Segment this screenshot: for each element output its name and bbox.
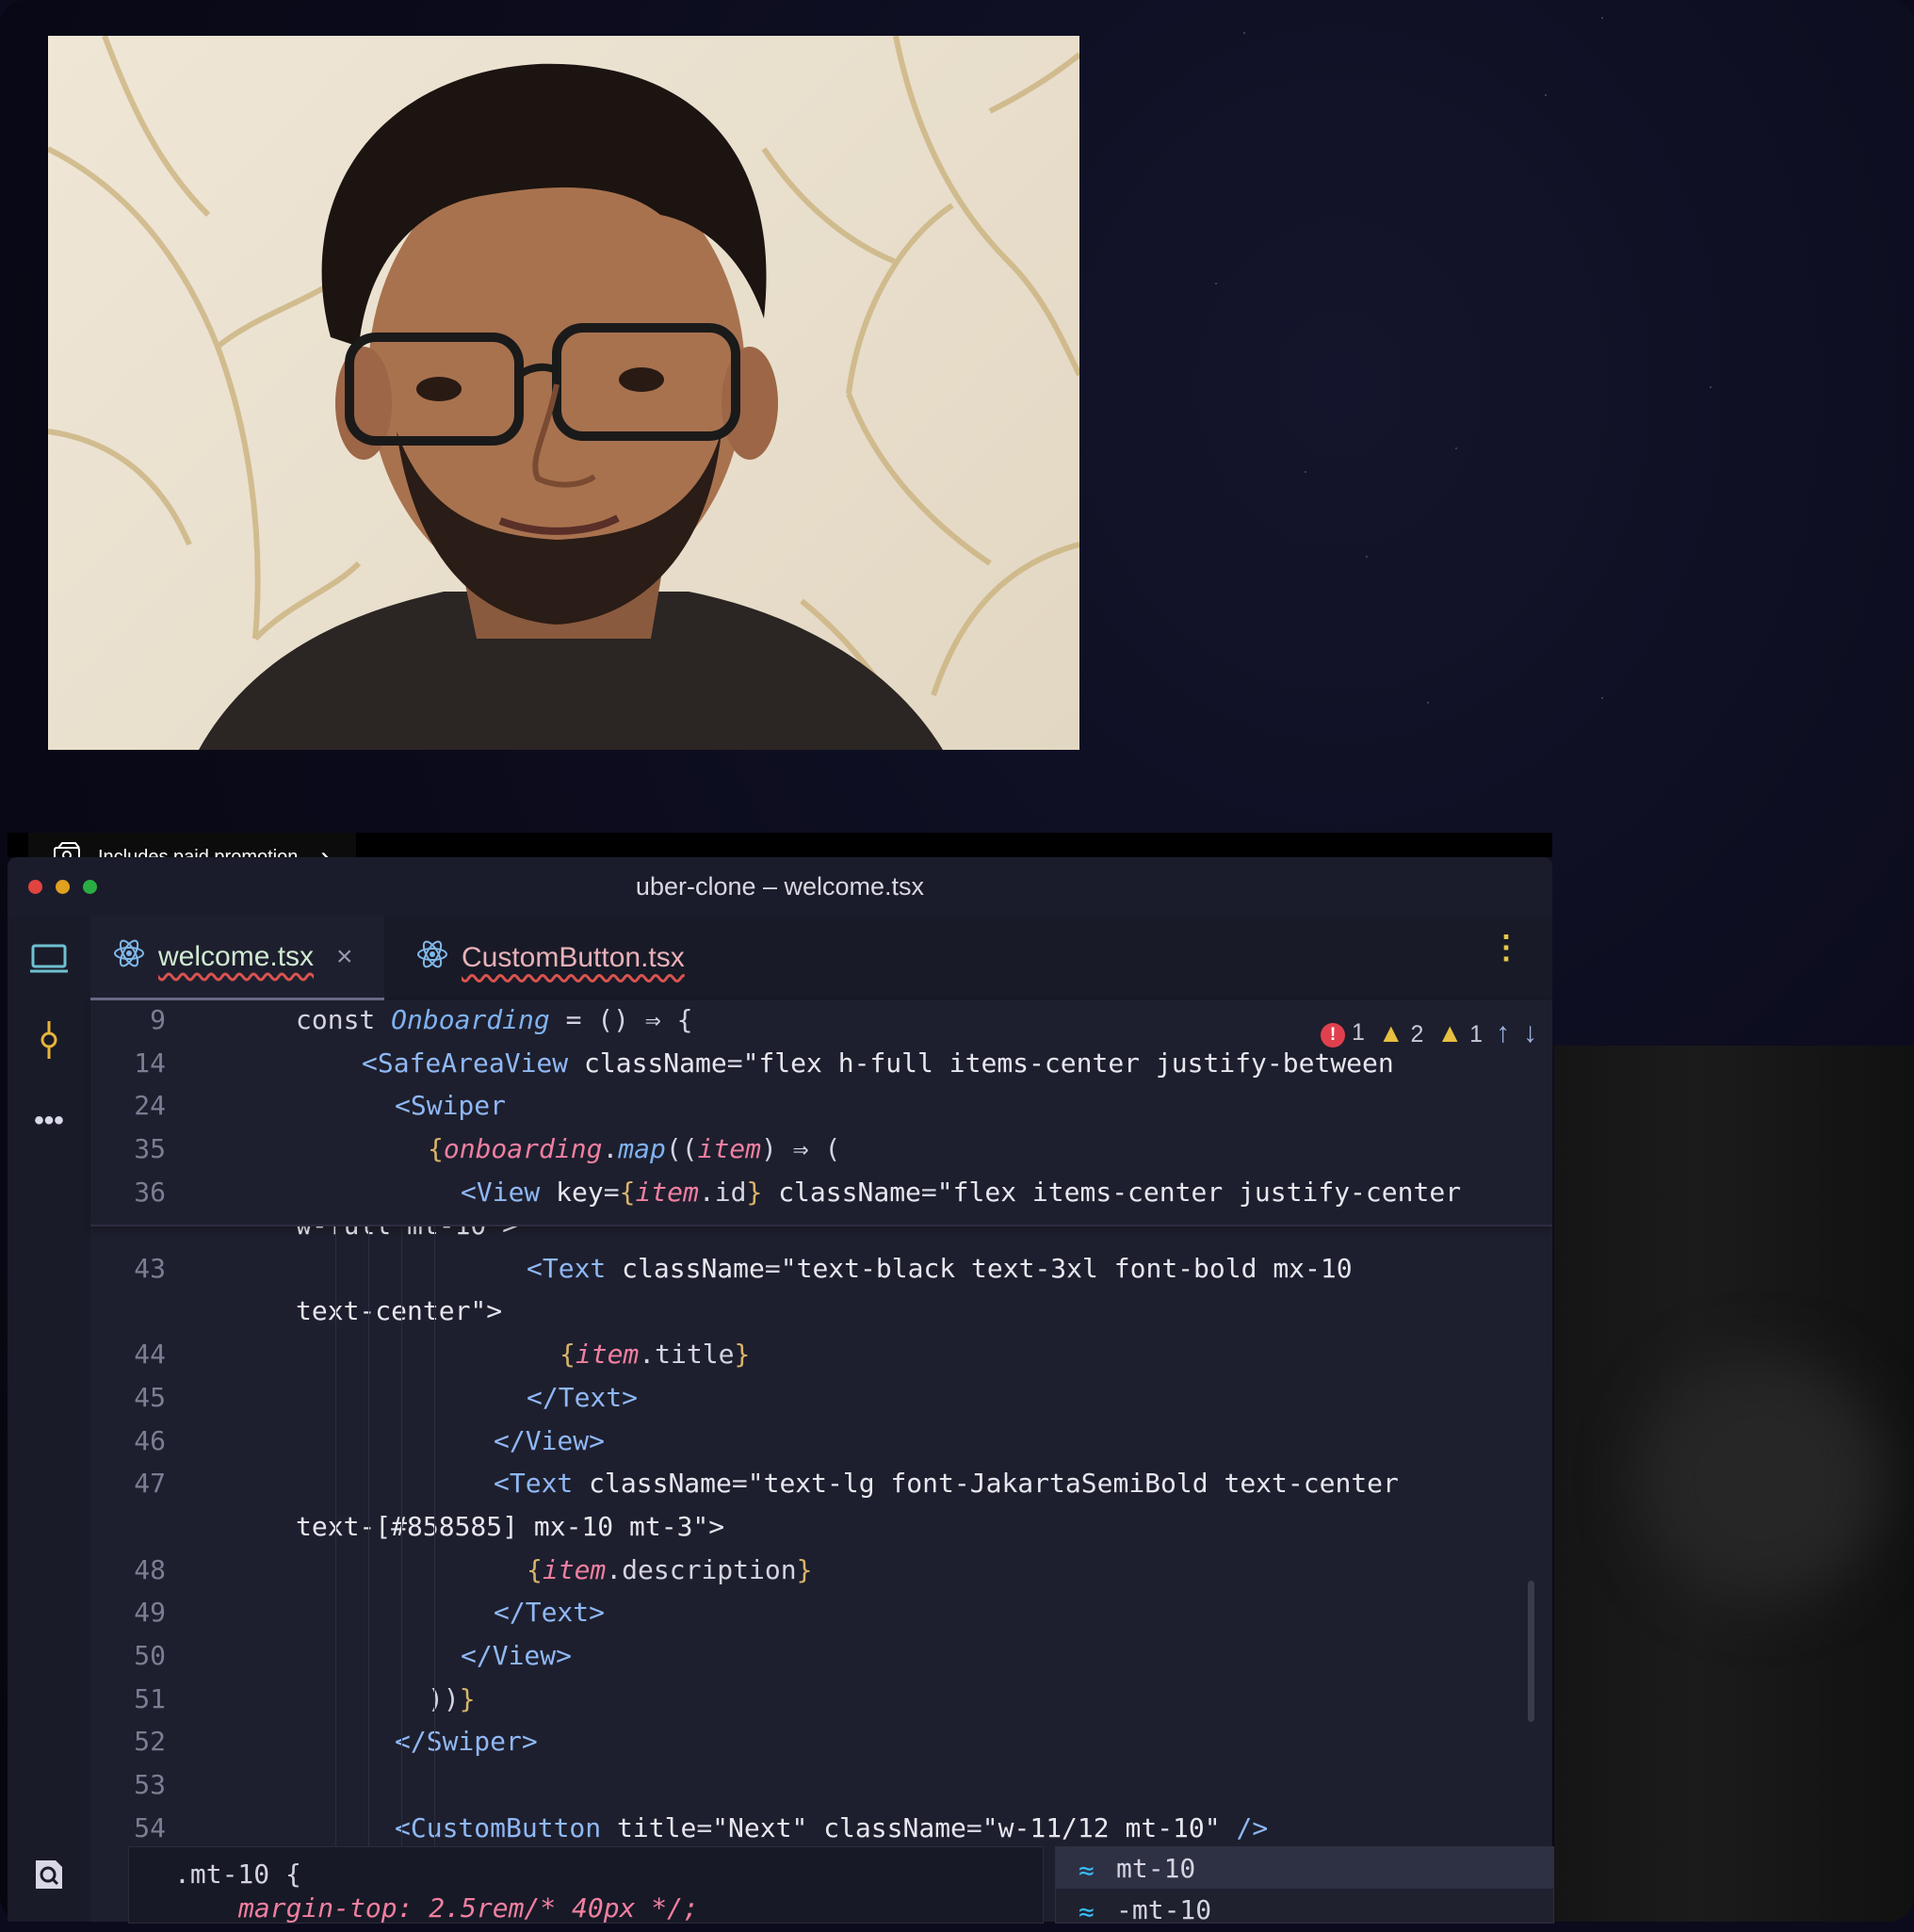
line-number: 35	[134, 1133, 166, 1165]
more-icon[interactable]: •••	[28, 1100, 70, 1142]
code-line[interactable]: 48 {item.description}	[90, 1554, 1552, 1598]
code-text: </View>	[494, 1424, 606, 1456]
presenter-photo	[48, 36, 1079, 750]
code-line[interactable]: 24 <Swiper	[90, 1090, 1552, 1133]
code-line[interactable]: 49 </Text>	[90, 1597, 1552, 1640]
line-number: 14	[134, 1047, 166, 1079]
background-blur-region	[1554, 1046, 1914, 1922]
tab-menu-icon[interactable]: ⋮	[1490, 932, 1522, 964]
code-text: const Onboarding = () ⇒ {	[296, 1004, 693, 1035]
completion-item[interactable]: ≈ -mt-10	[1056, 1891, 1553, 1932]
code-text: <CustomButton title="Next" className="w-…	[395, 1811, 1269, 1843]
line-number: 50	[134, 1640, 166, 1671]
tailwind-icon: ≈	[1079, 1855, 1095, 1886]
tab-custom-button[interactable]: CustomButton.tsx	[394, 916, 707, 1000]
line-number: 45	[134, 1381, 166, 1413]
tailwind-icon: ≈	[1079, 1896, 1095, 1927]
window-title: uber-clone – welcome.tsx	[635, 872, 925, 901]
line-number: 47	[134, 1468, 166, 1500]
line-number: 52	[134, 1726, 166, 1758]
line-number: 24	[134, 1090, 166, 1122]
code-line[interactable]: 45 </Text>	[90, 1382, 1552, 1425]
css-selector: .mt-10 {	[174, 1859, 301, 1890]
indent-guide	[401, 1226, 402, 1905]
code-text: <Swiper	[395, 1090, 507, 1122]
completion-popup: ≈ mt-10 ≈ -mt-10	[1055, 1846, 1554, 1927]
line-number: 43	[134, 1252, 166, 1284]
error-count[interactable]: ! 1	[1320, 1019, 1365, 1047]
window-titlebar: uber-clone – welcome.tsx	[8, 857, 1552, 916]
code-line[interactable]: 52 </Swiper>	[90, 1726, 1552, 1769]
monitor-icon[interactable]	[28, 938, 70, 980]
code-line[interactable]: 35 {onboarding.map((item) ⇒ (	[90, 1133, 1552, 1177]
line-number: 44	[134, 1339, 166, 1371]
react-icon	[416, 938, 448, 978]
code-line[interactable]: 36 <View key={item.id} className="flex it…	[90, 1177, 1552, 1220]
completion-item-label: -mt-10	[1116, 1894, 1212, 1925]
line-number: 49	[134, 1597, 166, 1629]
code-line[interactable]: 46 </View>	[90, 1425, 1552, 1469]
code-line[interactable]: 44 {item.title}	[90, 1339, 1552, 1382]
code-text: </Text>	[494, 1597, 606, 1629]
next-issue-icon[interactable]: ↓	[1523, 1017, 1537, 1049]
inspection-widget[interactable]: ! 1 ▲ 2 ▲ 1 ↑ ↓	[1320, 1017, 1537, 1049]
search-file-icon[interactable]	[28, 1854, 70, 1895]
code-line[interactable]: 51))}	[90, 1683, 1552, 1727]
editor-scrollbar[interactable]	[1528, 1581, 1534, 1722]
completion-item-selected[interactable]: ≈ mt-10	[1056, 1847, 1553, 1889]
line-number: 46	[134, 1424, 166, 1456]
indent-guide	[335, 1226, 336, 1905]
code-text: </Swiper>	[395, 1726, 538, 1758]
line-number: 9	[150, 1004, 166, 1035]
react-icon	[113, 937, 145, 977]
tab-custom-button-label: CustomButton.tsx	[462, 942, 685, 973]
code-text: text-[#858585] mx-10 mt-3">	[296, 1510, 725, 1542]
close-icon[interactable]: ×	[336, 941, 353, 973]
css-preview-popup: .mt-10 { margin-top: 2.5rem/* 40px */;	[128, 1846, 1044, 1924]
completion-item-label: mt-10	[1116, 1853, 1196, 1884]
code-line[interactable]: text-center">	[90, 1295, 1552, 1339]
tab-welcome[interactable]: welcome.tsx ×	[90, 916, 384, 1000]
code-text: text-center">	[296, 1295, 503, 1327]
code-line[interactable]: text-[#858585] mx-10 mt-3">	[90, 1511, 1552, 1554]
line-number: 36	[134, 1176, 166, 1208]
tab-welcome-label: welcome.tsx	[158, 940, 315, 972]
css-declaration: margin-top: 2.5rem/* 40px */;	[238, 1892, 699, 1924]
commit-icon[interactable]	[28, 1019, 70, 1061]
editor-tabbar: welcome.tsx × CustomButton.tsx ⋮	[90, 916, 1552, 1001]
code-line[interactable]: 47 <Text className="text-lg font-JakartaS…	[90, 1468, 1552, 1511]
code-line[interactable]: 50 </View>	[90, 1640, 1552, 1683]
code-line[interactable]: 43 <Text className="text-black text-3xl f…	[90, 1253, 1552, 1296]
error-icon: !	[1320, 1023, 1345, 1047]
weak-warning-icon: ▲	[1436, 1018, 1464, 1047]
webcam-video	[48, 36, 1079, 750]
weak-warning-count[interactable]: ▲ 1	[1436, 1018, 1483, 1048]
code-text: <Text className="text-lg font-JakartaSem…	[494, 1468, 1399, 1500]
code-text: {item.description}	[527, 1553, 813, 1585]
indent-guide	[434, 1226, 435, 1905]
line-number: 48	[134, 1553, 166, 1585]
code-line[interactable]: 53	[90, 1769, 1552, 1812]
activity-bar: •••	[8, 916, 90, 1922]
code-text: </Text>	[527, 1381, 639, 1413]
warning-count[interactable]: ▲ 2	[1378, 1018, 1424, 1048]
ide-window: uber-clone – welcome.tsx ••• welcome.tsx…	[8, 857, 1552, 1922]
line-number: 51	[134, 1682, 166, 1714]
previous-issue-icon[interactable]: ↑	[1496, 1017, 1510, 1049]
warning-icon: ▲	[1377, 1018, 1404, 1047]
line-number: 53	[134, 1769, 166, 1801]
code-text: <SafeAreaView className="flex h-full ite…	[362, 1047, 1394, 1079]
indent-guide	[368, 1226, 369, 1905]
line-number: 54	[134, 1811, 166, 1843]
code-editor[interactable]: ! 1 ▲ 2 ▲ 1 ↑ ↓ 9 const Onboarding = () ⇒…	[90, 1000, 1552, 1922]
code-text: {item.title}	[560, 1339, 751, 1371]
code-text: <Text className="text-black text-3xl fon…	[527, 1252, 1353, 1284]
code-text: <View key={item.id} className="flex item…	[461, 1176, 1462, 1208]
code-text: {onboarding.map((item) ⇒ (	[428, 1133, 841, 1165]
code-text: </View>	[461, 1640, 573, 1671]
code-line[interactable]: 14 <SafeAreaView className="flex h-full i…	[90, 1047, 1552, 1091]
